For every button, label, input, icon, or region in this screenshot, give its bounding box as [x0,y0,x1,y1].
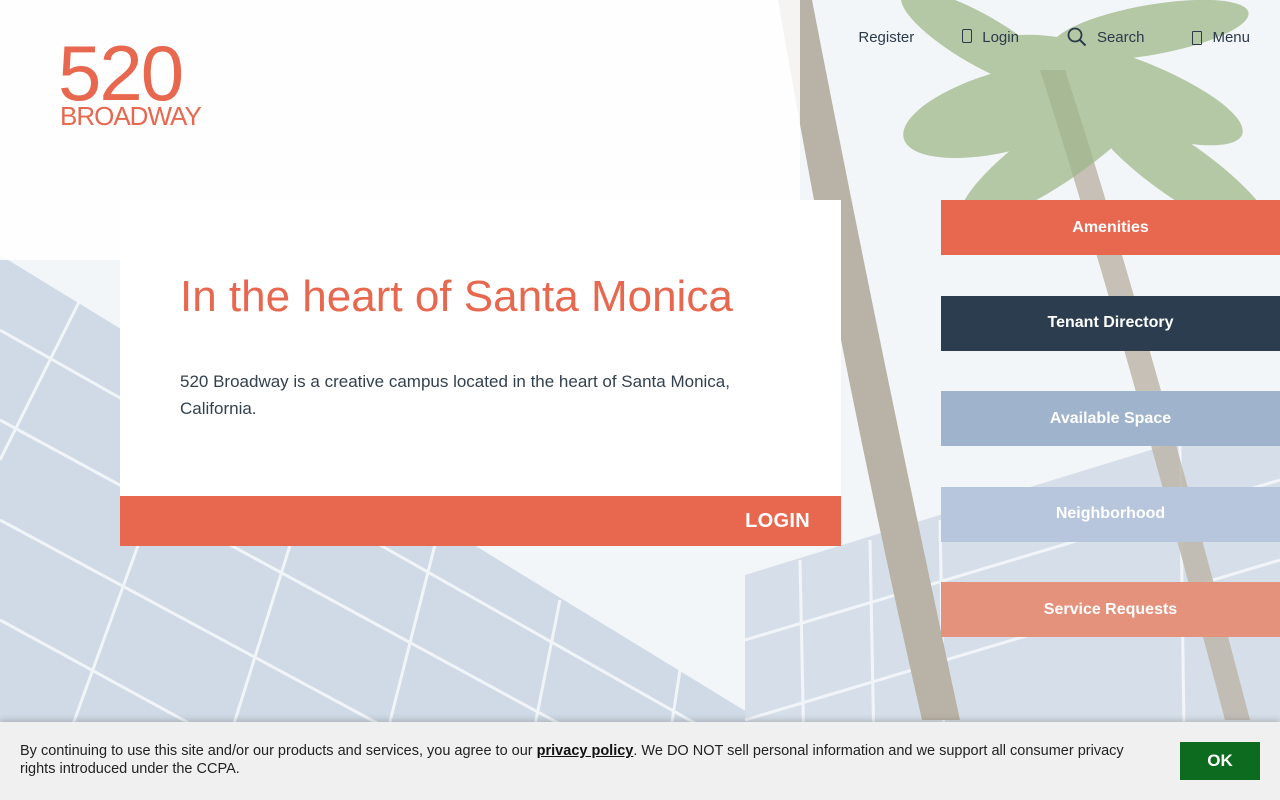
cookie-text-before: By continuing to use this site and/or ou… [20,743,537,759]
cookie-banner: By continuing to use this site and/or ou… [0,722,1280,800]
cookie-text: By continuing to use this site and/or ou… [20,742,1160,778]
menu-link[interactable]: Menu [1192,26,1250,48]
mobile-icon [962,29,973,43]
side-navigation: Amenities Tenant Directory Available Spa… [941,200,1280,678]
menu-icon [1192,31,1203,45]
site-logo[interactable]: 520 BROADWAY [58,29,238,131]
hero-description: 520 Broadway is a creative campus locate… [180,372,730,418]
available-space-button[interactable]: Available Space [941,391,1280,446]
cookie-ok-button[interactable]: OK [1180,742,1260,780]
logo-number: 520 [58,29,184,117]
hero-login-button[interactable]: LOGIN [120,496,841,546]
privacy-policy-link[interactable]: privacy policy [537,743,634,759]
logo-word: BROADWAY [60,101,202,131]
register-link[interactable]: Register [858,26,914,48]
amenities-button[interactable]: Amenities [941,200,1280,255]
login-link[interactable]: Login [962,26,1019,48]
neighborhood-button[interactable]: Neighborhood [941,486,1280,542]
tenant-directory-button[interactable]: Tenant Directory [941,295,1280,351]
register-label: Register [858,28,915,46]
service-requests-button[interactable]: Service Requests [941,582,1280,637]
menu-label: Menu [1212,28,1250,46]
top-navigation: Register Login Search Menu [858,26,1250,48]
search-icon [1067,27,1087,47]
hero-title: In the heart of Santa Monica [180,272,733,321]
search-label: Search [1096,28,1145,46]
hero-card: In the heart of Santa Monica 520 Broadwa… [120,200,841,546]
login-label: Login [982,28,1019,46]
search-link[interactable]: Search [1067,26,1145,48]
